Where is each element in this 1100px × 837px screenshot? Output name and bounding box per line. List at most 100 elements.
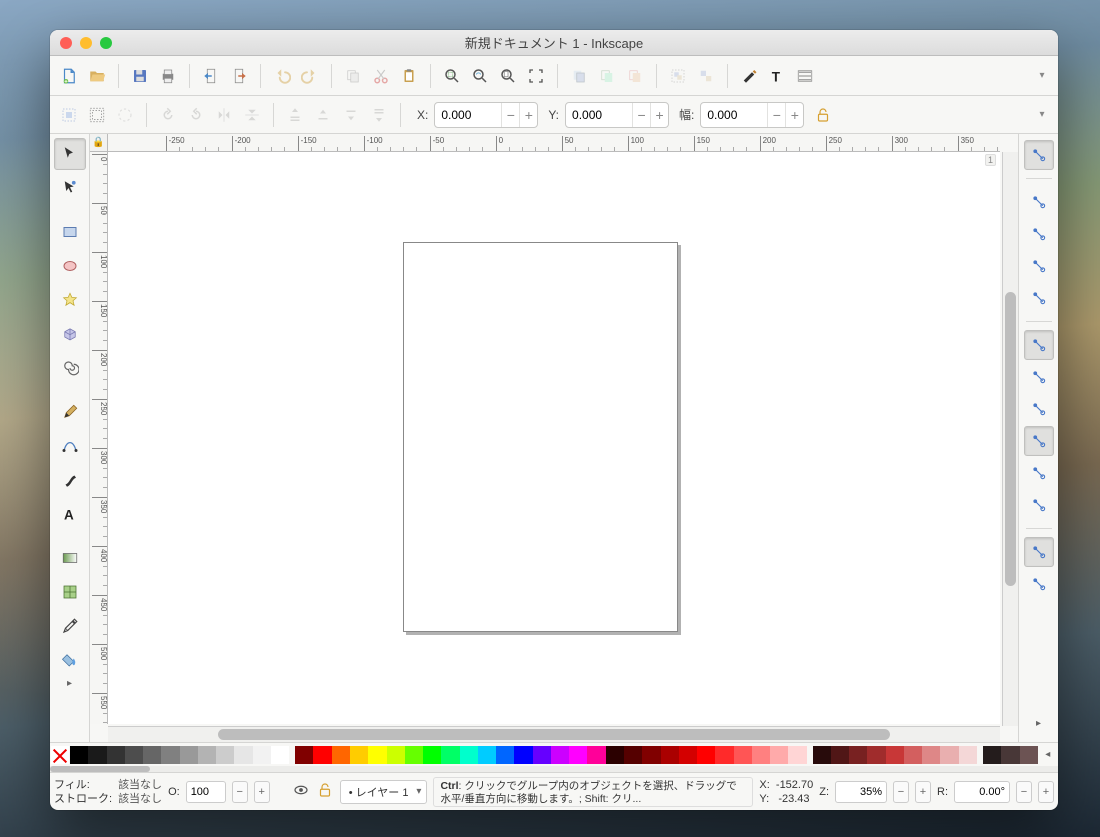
flip-h-button[interactable]: [211, 102, 237, 128]
snap-intersect-button[interactable]: [1024, 394, 1054, 424]
swatch[interactable]: [734, 746, 752, 764]
fill-stroke-dialog-button[interactable]: [736, 63, 762, 89]
zoom-drawing-button[interactable]: [467, 63, 493, 89]
swatch[interactable]: [587, 746, 605, 764]
snap-cusp-button[interactable]: [1024, 426, 1054, 456]
snap-bbox-edge-button[interactable]: [1024, 219, 1054, 249]
close-button[interactable]: [60, 37, 72, 49]
swatch[interactable]: [922, 746, 940, 764]
swatch[interactable]: [770, 746, 788, 764]
swatch[interactable]: [88, 746, 106, 764]
swatch[interactable]: [271, 746, 289, 764]
h-scrollbar[interactable]: [108, 726, 1000, 742]
text-dialog-button[interactable]: T: [764, 63, 790, 89]
swatch[interactable]: [788, 746, 806, 764]
vertical-ruler[interactable]: 050100150200250300350400450500550: [90, 152, 108, 724]
3dbox-tool[interactable]: [54, 318, 86, 350]
swatch[interactable]: [715, 746, 733, 764]
select-all-button[interactable]: [56, 102, 82, 128]
swatch[interactable]: [1001, 746, 1019, 764]
maximize-button[interactable]: [100, 37, 112, 49]
unlink-clone-button[interactable]: [622, 63, 648, 89]
swatch[interactable]: [216, 746, 234, 764]
swatch[interactable]: [332, 746, 350, 764]
opacity-inc-button[interactable]: +: [254, 781, 270, 803]
swatch[interactable]: [423, 746, 441, 764]
snap-node-button[interactable]: [1024, 330, 1054, 360]
node-tool[interactable]: [54, 172, 86, 204]
ellipse-tool[interactable]: [54, 250, 86, 282]
swatch[interactable]: [387, 746, 405, 764]
new-file-button[interactable]: [56, 63, 82, 89]
raise-top-button[interactable]: [282, 102, 308, 128]
swatch[interactable]: [679, 746, 697, 764]
swatch[interactable]: [460, 746, 478, 764]
swatch[interactable]: [478, 746, 496, 764]
calligraphy-tool[interactable]: [54, 464, 86, 496]
zoom-selection-button[interactable]: [439, 63, 465, 89]
bezier-tool[interactable]: [54, 430, 86, 462]
w-dec-button[interactable]: −: [767, 103, 785, 127]
toolbar2-overflow-button[interactable]: ▾: [1032, 102, 1052, 128]
duplicate-button[interactable]: [566, 63, 592, 89]
select-all-layers-button[interactable]: [84, 102, 110, 128]
y-inc-button[interactable]: +: [650, 103, 668, 127]
swatch[interactable]: [624, 746, 642, 764]
swatch[interactable]: [606, 746, 624, 764]
swatch[interactable]: [867, 746, 885, 764]
swatch[interactable]: [569, 746, 587, 764]
swatch[interactable]: [752, 746, 770, 764]
y-dec-button[interactable]: −: [632, 103, 650, 127]
swatch[interactable]: [234, 746, 252, 764]
swatch[interactable]: [849, 746, 867, 764]
w-input[interactable]: −+: [700, 102, 804, 128]
swatch[interactable]: [180, 746, 198, 764]
save-button[interactable]: [127, 63, 153, 89]
visibility-toggle-button[interactable]: [292, 781, 310, 802]
mesh-tool[interactable]: [54, 576, 86, 608]
minimize-button[interactable]: [80, 37, 92, 49]
selector-tool[interactable]: [54, 138, 86, 170]
import-button[interactable]: [198, 63, 224, 89]
y-input[interactable]: −+: [565, 102, 669, 128]
copy-button[interactable]: [340, 63, 366, 89]
deselect-button[interactable]: [112, 102, 138, 128]
ruler-lock-icon[interactable]: [90, 134, 108, 152]
raise-button[interactable]: [310, 102, 336, 128]
paintbucket-tool[interactable]: [54, 644, 86, 676]
w-inc-button[interactable]: +: [785, 103, 803, 127]
zoom-fit-button[interactable]: [523, 63, 549, 89]
snap-bbox-button[interactable]: [1024, 187, 1054, 217]
rotation-inc-button[interactable]: +: [1038, 781, 1054, 803]
lower-button[interactable]: [338, 102, 364, 128]
swatch[interactable]: [886, 746, 904, 764]
swatch[interactable]: [441, 746, 459, 764]
dropper-tool[interactable]: [54, 610, 86, 642]
x-input[interactable]: −+: [434, 102, 538, 128]
snap-smooth-button[interactable]: [1024, 458, 1054, 488]
export-button[interactable]: [226, 63, 252, 89]
rotate-ccw-button[interactable]: [155, 102, 181, 128]
opacity-input[interactable]: [186, 781, 226, 803]
swatch[interactable]: [661, 746, 679, 764]
snap-center-button[interactable]: [1024, 537, 1054, 567]
zoom-page-button[interactable]: [495, 63, 521, 89]
snap-bbox-corner-button[interactable]: [1024, 251, 1054, 281]
swatch[interactable]: [514, 746, 532, 764]
rotation-dec-button[interactable]: −: [1016, 781, 1032, 803]
lock-aspect-button[interactable]: [812, 104, 834, 126]
x-inc-button[interactable]: +: [519, 103, 537, 127]
snap-midpoint-button[interactable]: [1024, 490, 1054, 520]
swatch[interactable]: [161, 746, 179, 764]
swatch[interactable]: [831, 746, 849, 764]
no-fill-swatch[interactable]: [51, 746, 69, 764]
undo-button[interactable]: [269, 63, 295, 89]
snap-more-button[interactable]: ▸: [1036, 718, 1041, 736]
palette-more-button[interactable]: ◂: [1038, 749, 1058, 760]
swatch[interactable]: [350, 746, 368, 764]
rectangle-tool[interactable]: [54, 216, 86, 248]
lower-bottom-button[interactable]: [366, 102, 392, 128]
rotation-input[interactable]: [954, 781, 1010, 803]
swatch[interactable]: [143, 746, 161, 764]
spiral-tool[interactable]: [54, 352, 86, 384]
